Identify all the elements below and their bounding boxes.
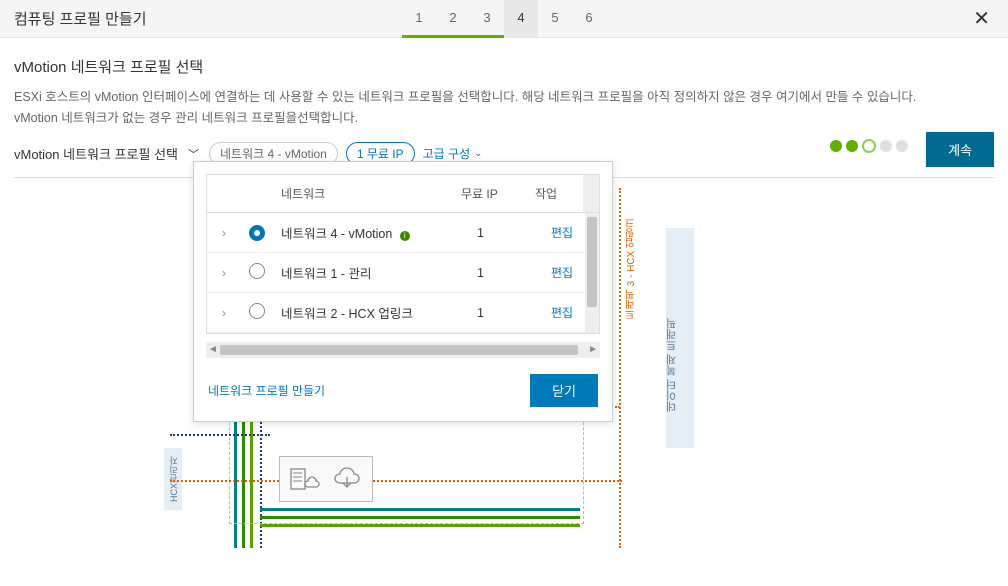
- section-title: vMotion 네트워크 프로필 선택: [14, 56, 994, 77]
- edit-link[interactable]: 편집: [551, 306, 573, 320]
- network-profile-dropdown: 네트워크 무료 IP 작업 › 네트워크 4 - vMotion i 1 편집 …: [193, 161, 613, 422]
- dot-pending: [896, 140, 908, 152]
- col-ip-header[interactable]: 무료 IP: [453, 175, 527, 212]
- table-row: › 네트워크 2 - HCX 업링크 1 편집: [207, 293, 599, 333]
- diagram-label-box: HCX관리자: [164, 448, 182, 510]
- table-row: › 네트워크 4 - vMotion i 1 편집: [207, 213, 599, 253]
- diagram-label: 데이터 복제 트래픽: [664, 318, 680, 412]
- row-name-text: 네트워크 4 - vMotion: [281, 227, 392, 241]
- diagram-label: HCX관리자: [167, 456, 180, 502]
- expand-row-icon[interactable]: ›: [207, 256, 241, 290]
- row-radio[interactable]: [249, 225, 265, 241]
- diagram-line: [260, 524, 580, 527]
- cloud-icon: [332, 465, 362, 493]
- diagram-line: [619, 188, 621, 548]
- step-1[interactable]: 1: [402, 0, 436, 38]
- scrollbar-track: [583, 175, 599, 212]
- section-desc-line1: ESXi 호스트의 vMotion 인터페이스에 연결하는 데 사용할 수 있는…: [14, 90, 916, 104]
- row-ip: 1: [469, 216, 543, 250]
- scroll-thumb[interactable]: [587, 217, 597, 307]
- advanced-label: 고급 구성: [423, 145, 471, 162]
- info-icon[interactable]: i: [400, 231, 410, 241]
- step-indicator: 1 2 3 4 5 6: [402, 0, 606, 38]
- dropdown-footer: 네트워크 프로필 만들기 닫기: [194, 368, 612, 421]
- dot-done: [846, 140, 858, 152]
- horizontal-scrollbar[interactable]: ◄ ►: [206, 342, 600, 358]
- advanced-config-link[interactable]: 고급 구성 ⌄: [423, 145, 483, 162]
- network-table: 네트워크 무료 IP 작업 › 네트워크 4 - vMotion i 1 편집 …: [206, 174, 600, 334]
- col-action-header[interactable]: 작업: [527, 175, 583, 212]
- table-header: 네트워크 무료 IP 작업: [207, 175, 599, 213]
- expand-row-icon[interactable]: ›: [207, 296, 241, 330]
- step-3[interactable]: 3: [470, 0, 504, 38]
- scroll-right-icon[interactable]: ►: [588, 344, 598, 355]
- diagram-line: [260, 516, 580, 519]
- scroll-left-icon[interactable]: ◄: [208, 344, 218, 355]
- row-radio[interactable]: [249, 263, 265, 279]
- dot-pending: [880, 140, 892, 152]
- dot-current: [862, 139, 876, 153]
- dot-done: [830, 140, 842, 152]
- server-cloud-icon: [290, 465, 320, 493]
- edit-link[interactable]: 편집: [551, 226, 573, 240]
- diagram-line: [170, 434, 270, 436]
- table-body: › 네트워크 4 - vMotion i 1 편집 › 네트워크 1 - 관리 …: [207, 213, 599, 333]
- section-desc: ESXi 호스트의 vMotion 인터페이스에 연결하는 데 사용할 수 있는…: [14, 87, 994, 128]
- diagram-line: [260, 508, 580, 511]
- step-4[interactable]: 4: [504, 0, 538, 38]
- continue-button[interactable]: 계속: [926, 132, 994, 167]
- close-dropdown-button[interactable]: 닫기: [530, 374, 598, 407]
- row-ip: 1: [469, 256, 543, 290]
- diagram-line: [170, 480, 622, 482]
- diagram-label: 트래픽 3 - HCX 업링크: [624, 218, 639, 319]
- selector-label: vMotion 네트워크 프로필 선택: [14, 144, 178, 163]
- col-expand: [207, 175, 241, 212]
- expand-row-icon[interactable]: ›: [207, 216, 241, 250]
- row-ip: 1: [469, 296, 543, 330]
- chevron-down-icon: ⌄: [474, 148, 482, 159]
- table-row: › 네트워크 1 - 관리 1 편집: [207, 253, 599, 293]
- step-5[interactable]: 5: [538, 0, 572, 38]
- step-6[interactable]: 6: [572, 0, 606, 38]
- row-name: 네트워크 4 - vMotion i: [273, 213, 469, 252]
- vertical-scrollbar[interactable]: [585, 213, 599, 333]
- close-icon[interactable]: ✕: [969, 2, 994, 35]
- row-radio[interactable]: [249, 303, 265, 319]
- scroll-thumb[interactable]: [220, 345, 578, 355]
- diagram-node: [279, 456, 373, 502]
- row-name: 네트워크 1 - 관리: [273, 253, 469, 292]
- col-name-header[interactable]: 네트워크: [273, 175, 453, 212]
- wizard-title: 컴퓨팅 프로필 만들기: [14, 8, 147, 29]
- chevron-down-icon[interactable]: ﹀: [186, 146, 201, 162]
- section-desc-line2: vMotion 네트워크가 없는 경우 관리 네트워크 프로필을선택합니다.: [14, 111, 358, 125]
- step-2[interactable]: 2: [436, 0, 470, 38]
- row-name: 네트워크 2 - HCX 업링크: [273, 293, 469, 332]
- create-profile-link[interactable]: 네트워크 프로필 만들기: [208, 382, 325, 399]
- col-select: [241, 175, 273, 212]
- progress-dots: [830, 140, 908, 153]
- edit-link[interactable]: 편집: [551, 266, 573, 280]
- wizard-header: 컴퓨팅 프로필 만들기 1 2 3 4 5 6 ✕: [0, 0, 1008, 38]
